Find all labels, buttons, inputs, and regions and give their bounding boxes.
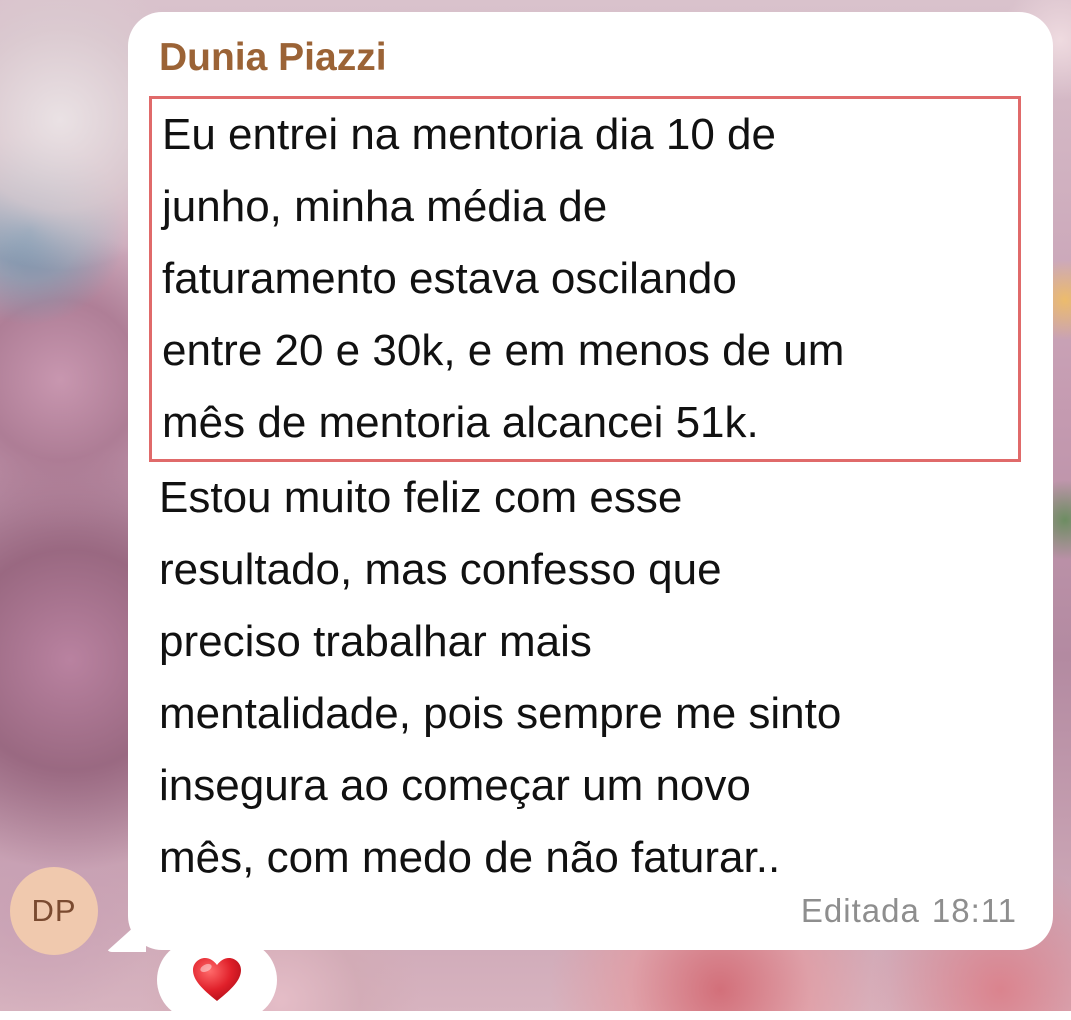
message-line: junho, minha média de xyxy=(162,182,608,231)
message-bubble[interactable]: Dunia Piazzi Eu entrei na mentoria dia 1… xyxy=(128,12,1053,950)
message-line: preciso trabalhar mais xyxy=(159,617,592,666)
message-line: entre 20 e 30k, e em menos de um xyxy=(162,326,845,375)
message-line: mentalidade, pois sempre me sinto xyxy=(159,689,842,738)
message-text: Eu entrei na mentoria dia 10 de junho, m… xyxy=(149,96,1039,894)
message-line: Estou muito feliz com esse xyxy=(159,473,683,522)
message-line: insegura ao começar um novo xyxy=(159,761,751,810)
edited-label: Editada xyxy=(800,892,920,929)
message-line: resultado, mas confesso que xyxy=(159,545,722,594)
avatar[interactable]: DP xyxy=(10,867,98,955)
message-meta: Editada 18:11 xyxy=(801,892,1017,930)
message-line: faturamento estava oscilando xyxy=(162,254,737,303)
message-line: mês, com medo de não faturar.. xyxy=(159,833,781,882)
sender-name[interactable]: Dunia Piazzi xyxy=(159,36,387,80)
heart-icon xyxy=(193,958,241,1001)
message-time: 18:11 xyxy=(931,892,1017,929)
message-line: mês de mentoria alcancei 51k. xyxy=(162,398,759,447)
message-line: Eu entrei na mentoria dia 10 de xyxy=(162,110,776,159)
avatar-initials: DP xyxy=(31,893,77,928)
reaction-badge[interactable] xyxy=(157,940,277,1020)
highlight-box: Eu entrei na mentoria dia 10 de junho, m… xyxy=(149,96,1021,462)
